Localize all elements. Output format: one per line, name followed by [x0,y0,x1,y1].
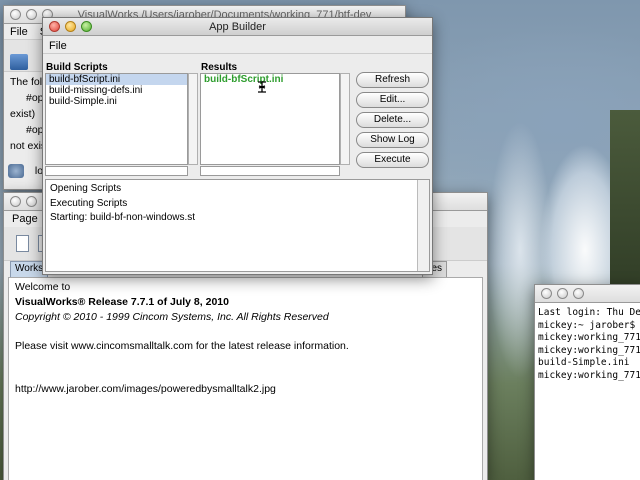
refresh-button[interactable]: Refresh [356,72,429,88]
close-icon[interactable] [49,21,60,32]
app-builder-titlebar[interactable]: App Builder [43,18,432,36]
list-item[interactable]: build-bfScript.ini [46,74,187,85]
desktop-cliff [610,110,640,310]
log-scrollbar[interactable] [417,180,429,271]
log-line: Starting: build-bf-non-windows.st [50,212,196,223]
minimize-icon[interactable] [26,9,37,20]
zoom-icon[interactable] [573,288,584,299]
build-scripts-field[interactable] [45,166,188,176]
log-line: Executing Scripts [50,197,128,209]
minimize-icon[interactable] [557,288,568,299]
log-output[interactable]: Opening Scripts Executing Scripts Starti… [45,179,430,272]
minimize-icon[interactable] [65,21,76,32]
delete-button[interactable]: Delete... [356,112,429,128]
app-builder-window: App Builder File Build Scripts Results b… [42,17,433,275]
build-scripts-list[interactable]: build-bfScript.ini build-missing-defs.in… [45,73,188,165]
release-text: VisualWorks® Release 7.7.1 of July 8, 20… [15,296,229,308]
vw-line: not exis [10,140,47,152]
results-scrollbar[interactable] [340,73,350,165]
vw-line: #op [26,124,44,136]
app-builder-menubar: File [43,38,432,54]
terminal-line: build-Simple.ini [538,357,630,368]
close-icon[interactable] [541,288,552,299]
vw-line: #op [26,92,44,104]
copyright-text: Copyright © 2010 - 1999 Cincom Systems, … [15,311,329,323]
close-icon[interactable] [10,196,21,207]
visit-text: Please visit www.cincomsmalltalk.com for… [15,340,349,352]
results-label: Results [201,62,238,73]
results-list[interactable]: build-bfScript.ini [200,73,340,165]
vw-line: exist) [10,108,36,120]
app-builder-title: App Builder [209,21,266,33]
terminal-window: Last login: Thu Dec mickey:~ jarober$ c … [534,284,640,480]
menu-page[interactable]: Page [12,213,38,225]
visualworks-text: The foll #op exist) #op not exis [4,74,46,154]
page-icon[interactable] [16,235,29,252]
execute-button[interactable]: Execute [356,152,429,168]
terminal-output[interactable]: Last login: Thu Dec mickey:~ jarober$ c … [535,303,640,480]
vw-line: The foll [10,76,45,88]
terminal-line: mickey:working_771 [538,369,640,381]
close-icon[interactable] [10,9,21,20]
list-item[interactable]: build-missing-defs.ini [46,85,187,96]
list-item[interactable]: build-bfScript.ini [201,74,339,85]
toolbar-icon[interactable] [10,54,28,70]
show-log-button[interactable]: Show Log [356,132,429,148]
build-scripts-label: Build Scripts [46,62,108,73]
welcome-text: Welcome to [15,281,71,293]
build-scripts-scrollbar[interactable] [188,73,198,165]
zoom-icon[interactable] [81,21,92,32]
workspace-content[interactable]: Welcome to VisualWorks® Release 7.7.1 of… [8,277,483,480]
list-item[interactable]: build-Simple.ini [46,96,187,107]
terminal-line: Last login: Thu Dec [538,307,640,318]
status-icon [8,164,24,178]
terminal-line: mickey:working_771 [538,344,640,356]
edit-button[interactable]: Edit... [356,92,429,108]
terminal-line: mickey:working_771 [538,332,640,343]
ibeam-cursor-icon [258,81,266,93]
terminal-titlebar [535,285,640,303]
menu-file[interactable]: File [10,24,28,39]
minimize-icon[interactable] [26,196,37,207]
terminal-line: mickey:~ jarober$ c [538,319,640,331]
results-field[interactable] [200,166,340,176]
log-line: Opening Scripts [50,183,122,194]
menu-file[interactable]: File [49,38,67,53]
url-text: http://www.jarober.com/images/poweredbys… [15,383,276,395]
